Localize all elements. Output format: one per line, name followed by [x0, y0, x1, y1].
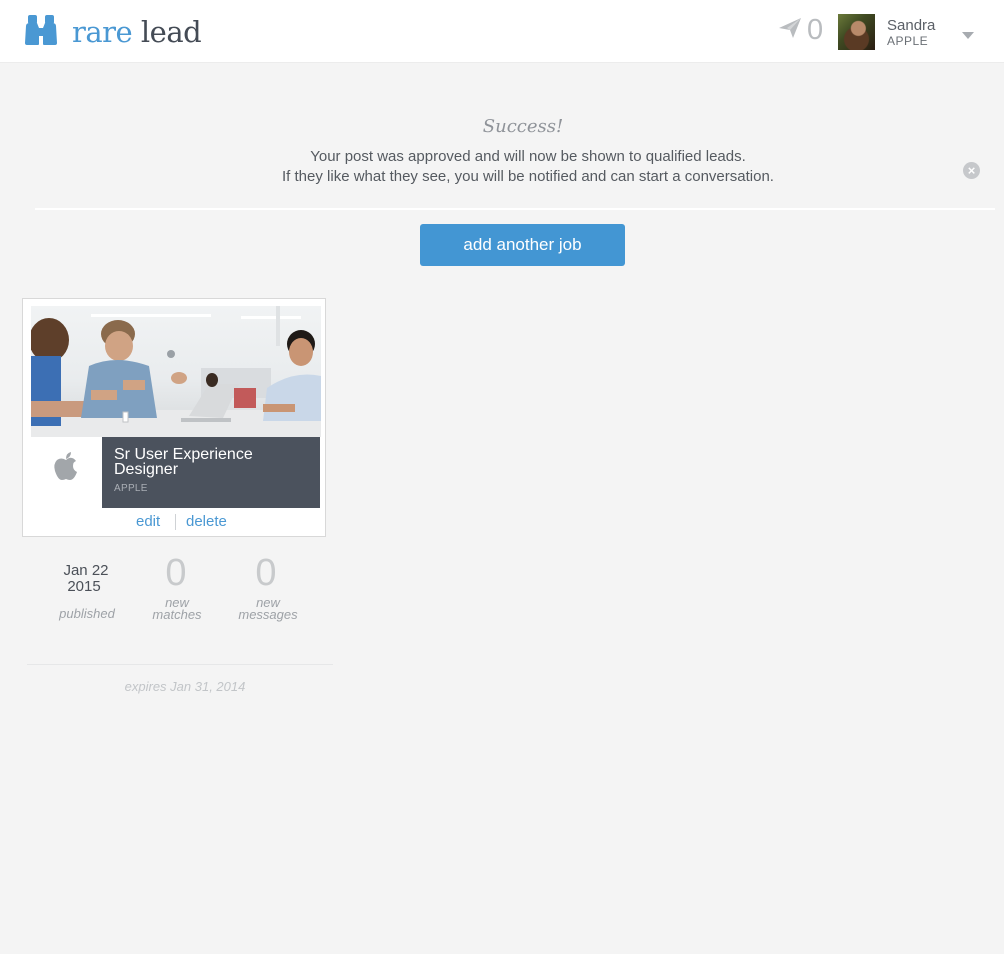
apple-logo-icon — [53, 451, 79, 486]
alert-title: Success! — [482, 116, 564, 137]
published-date-month-day: Jan 22 — [63, 562, 109, 579]
binoculars-icon — [24, 14, 58, 51]
job-company: APPLE — [114, 483, 148, 494]
avatar[interactable] — [838, 14, 875, 50]
job-card: Sr User Experience Designer APPLE edit d… — [22, 298, 326, 537]
alert-message-line-2: If they like what they see, you will be … — [282, 168, 774, 185]
new-matches-label-line-2: matches — [152, 607, 202, 622]
notification-count: 0 — [807, 14, 824, 46]
alert-divider — [35, 208, 995, 210]
delete-link[interactable]: delete — [186, 513, 227, 530]
add-another-job-button[interactable]: add another job — [420, 224, 625, 266]
close-circle-icon[interactable]: × — [963, 162, 980, 179]
logo-word-lead: lead — [140, 15, 202, 49]
paper-plane-icon — [779, 18, 801, 43]
user-name[interactable]: Sandra — [887, 17, 935, 34]
job-title[interactable]: Sr User Experience Designer — [114, 447, 314, 478]
expires-text: expires Jan 31, 2014 — [124, 679, 246, 694]
new-matches-count[interactable]: 0 — [146, 552, 206, 595]
new-matches-label: new matches — [142, 596, 212, 622]
new-messages-label: new messages — [228, 596, 308, 622]
published-date-year: 2015 — [67, 578, 101, 595]
alert-message-line-1: Your post was approved and will now be s… — [310, 148, 746, 165]
job-title-box[interactable]: Sr User Experience Designer APPLE — [102, 437, 320, 508]
logo-wordmark: rare lead — [72, 15, 202, 49]
stats-divider — [27, 664, 333, 665]
link-separator — [175, 514, 176, 530]
new-messages-label-line-2: messages — [238, 607, 298, 622]
edit-link[interactable]: edit — [136, 513, 160, 530]
published-label: published — [59, 606, 115, 621]
top-header: rare lead 0 Sandra APPLE — [0, 0, 1004, 63]
logo[interactable]: rare lead — [24, 14, 202, 51]
user-company: APPLE — [887, 34, 929, 48]
logo-word-rare: rare — [72, 15, 133, 49]
notifications[interactable]: 0 — [779, 16, 823, 45]
job-photo — [31, 306, 321, 437]
caret-down-icon[interactable] — [962, 32, 974, 39]
new-messages-count[interactable]: 0 — [236, 552, 296, 595]
